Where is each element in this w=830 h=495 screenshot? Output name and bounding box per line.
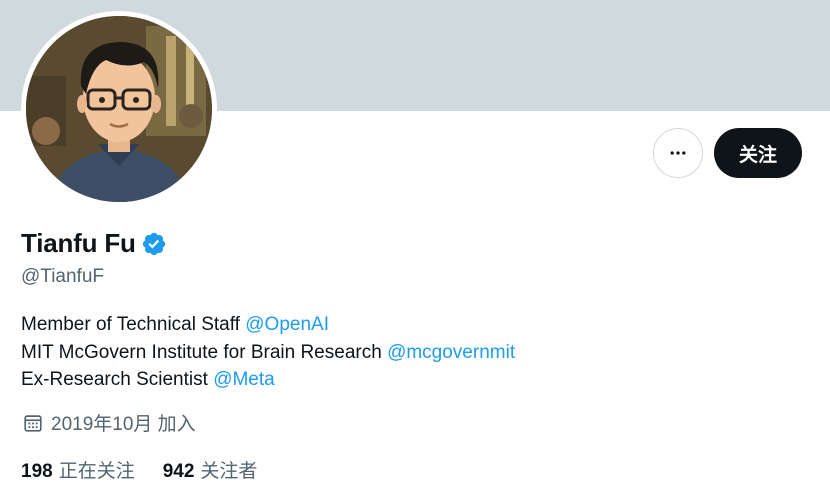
profile-bio: Member of Technical Staff @OpenAI MIT Mc… — [21, 311, 515, 394]
bio-line: Ex-Research Scientist @Meta — [21, 366, 515, 394]
avatar[interactable] — [21, 11, 217, 207]
joined-text: 2019年10月 加入 — [51, 414, 196, 435]
more-horizontal-icon — [670, 151, 686, 155]
followers-label: 关注者 — [200, 461, 258, 482]
bio-line: Member of Technical Staff @OpenAI — [21, 311, 515, 339]
followers-link[interactable]: 942 关注者 — [163, 456, 258, 483]
follow-button[interactable]: 关注 — [714, 128, 802, 178]
calendar-icon — [24, 414, 42, 432]
verified-badge-icon[interactable] — [141, 231, 167, 257]
profile-name-row: Tianfu Fu — [21, 228, 167, 259]
bio-text: Ex-Research Scientist — [21, 369, 214, 390]
bio-text: Member of Technical Staff — [21, 314, 246, 335]
bio-line: MIT McGovern Institute for Brain Researc… — [21, 339, 515, 367]
profile-name: Tianfu Fu — [21, 228, 136, 258]
mention-link-openai[interactable]: @OpenAI — [245, 314, 329, 335]
following-count: 198 — [21, 461, 53, 482]
mention-link-meta[interactable]: @Meta — [213, 369, 275, 390]
joined-date: 2019年10月 加入 — [22, 409, 196, 436]
bio-text: MIT McGovern Institute for Brain Researc… — [21, 341, 388, 363]
following-link[interactable]: 198 正在关注 — [21, 456, 135, 483]
followers-count: 942 — [162, 461, 195, 482]
mention-link-mcgovernmit[interactable]: @mcgovernmit — [387, 342, 515, 363]
following-label: 正在关注 — [58, 461, 135, 482]
avatar-image — [26, 16, 212, 202]
follow-stats: 198 正在关注 942 关注者 — [21, 456, 285, 483]
more-options-button[interactable] — [653, 128, 703, 178]
profile-handle: @TianfuF — [21, 266, 104, 287]
